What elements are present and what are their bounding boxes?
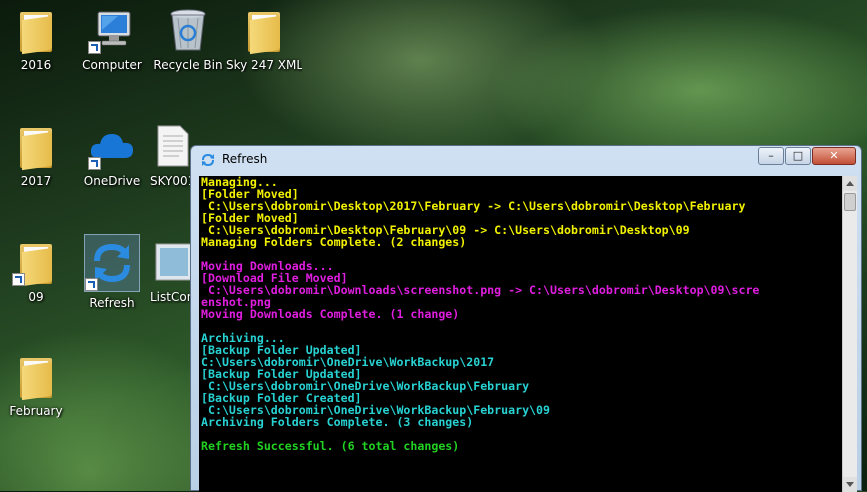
refresh-icon: [84, 234, 140, 292]
folder-icon: [12, 352, 60, 401]
scroll-down-arrow-icon[interactable]: [843, 477, 857, 492]
desktop-icon-refresh[interactable]: Refresh: [74, 234, 150, 310]
desktop-icon-label: February: [9, 404, 63, 418]
desktop-icon-label: 09: [28, 290, 44, 304]
desktop-icon-sky001[interactable]: SKY001: [150, 122, 194, 188]
close-button[interactable]: ✕: [812, 147, 856, 165]
vertical-scrollbar[interactable]: [842, 176, 857, 492]
refresh-icon: [200, 152, 216, 168]
console-line: Refresh Successful. (6 total changes): [201, 439, 460, 453]
console-line: Moving Downloads Complete. (1 change): [201, 307, 460, 321]
window-title: Refresh: [222, 152, 268, 166]
desktop-icon-label: Computer: [82, 58, 142, 72]
desktop-icon-label: OneDrive: [83, 174, 141, 188]
desktop-icon-label: Recycle Bin: [153, 58, 223, 72]
minimize-button[interactable]: –: [758, 147, 784, 165]
desktop-icon-label: 2017: [20, 174, 52, 188]
console-line: Managing Folders Complete. (2 changes): [201, 235, 467, 249]
scrollbar-thumb[interactable]: [844, 193, 856, 211]
folder-icon: [12, 6, 60, 55]
desktop-icon-label: SKY001: [150, 174, 194, 188]
console-output[interactable]: Managing... [Folder Moved] C:\Users\dobro…: [199, 176, 842, 492]
shortcut-arrow-icon: [88, 157, 101, 170]
maximize-button[interactable]: □: [785, 147, 811, 165]
desktop-icon-sky-247-xmls[interactable]: Sky 247 XMLs: [226, 6, 302, 72]
refresh-console-window[interactable]: Refresh – □ ✕ Managing... [Folder Moved] …: [190, 145, 862, 492]
desktop-icon-09[interactable]: 09: [0, 238, 74, 304]
desktop-icon-onedrive[interactable]: OneDrive: [74, 122, 150, 188]
scroll-up-arrow-icon[interactable]: [843, 176, 857, 191]
onedrive-cloud-icon: [88, 122, 136, 170]
shortcut-arrow-icon: [12, 273, 25, 286]
shortcut-arrow-icon: [88, 41, 101, 54]
desktop-icon-label: Sky 247 XMLs: [226, 58, 302, 72]
folder-icon: [12, 122, 60, 171]
desktop-icon-recycle-bin[interactable]: Recycle Bin: [150, 6, 226, 72]
application-icon: [152, 238, 193, 286]
desktop-icon-listcon[interactable]: ListCon: [150, 238, 194, 304]
desktop-icon-2016[interactable]: 2016: [0, 6, 74, 72]
recycle-bin-icon: [164, 6, 212, 54]
close-icon: ✕: [829, 149, 839, 162]
folder-icon: [240, 6, 288, 55]
desktop-icon-label: ListCon: [150, 290, 194, 304]
desktop: 2016 Computer Recycle Bin Sky 247 XMLs 2…: [0, 0, 867, 492]
desktop-icon-label: 2016: [20, 58, 52, 72]
desktop-icon-february[interactable]: February: [0, 352, 74, 418]
desktop-icon-computer[interactable]: Computer: [74, 6, 150, 72]
minimize-icon: –: [768, 149, 774, 162]
folder-icon: [12, 238, 60, 287]
computer-icon: [88, 6, 136, 54]
desktop-icon-label: Refresh: [89, 296, 135, 310]
console-line: C:\Users\dobromir\Downloads\screenshot.p…: [201, 283, 760, 297]
console-lines: Managing... [Folder Moved] C:\Users\dobro…: [201, 176, 841, 452]
document-icon: [152, 122, 192, 170]
desktop-icon-2017[interactable]: 2017: [0, 122, 74, 188]
console-line: Archiving Folders Complete. (3 changes): [201, 415, 474, 429]
maximize-icon: □: [792, 149, 804, 162]
shortcut-arrow-icon: [85, 278, 98, 291]
window-titlebar[interactable]: Refresh – □ ✕: [191, 146, 861, 174]
